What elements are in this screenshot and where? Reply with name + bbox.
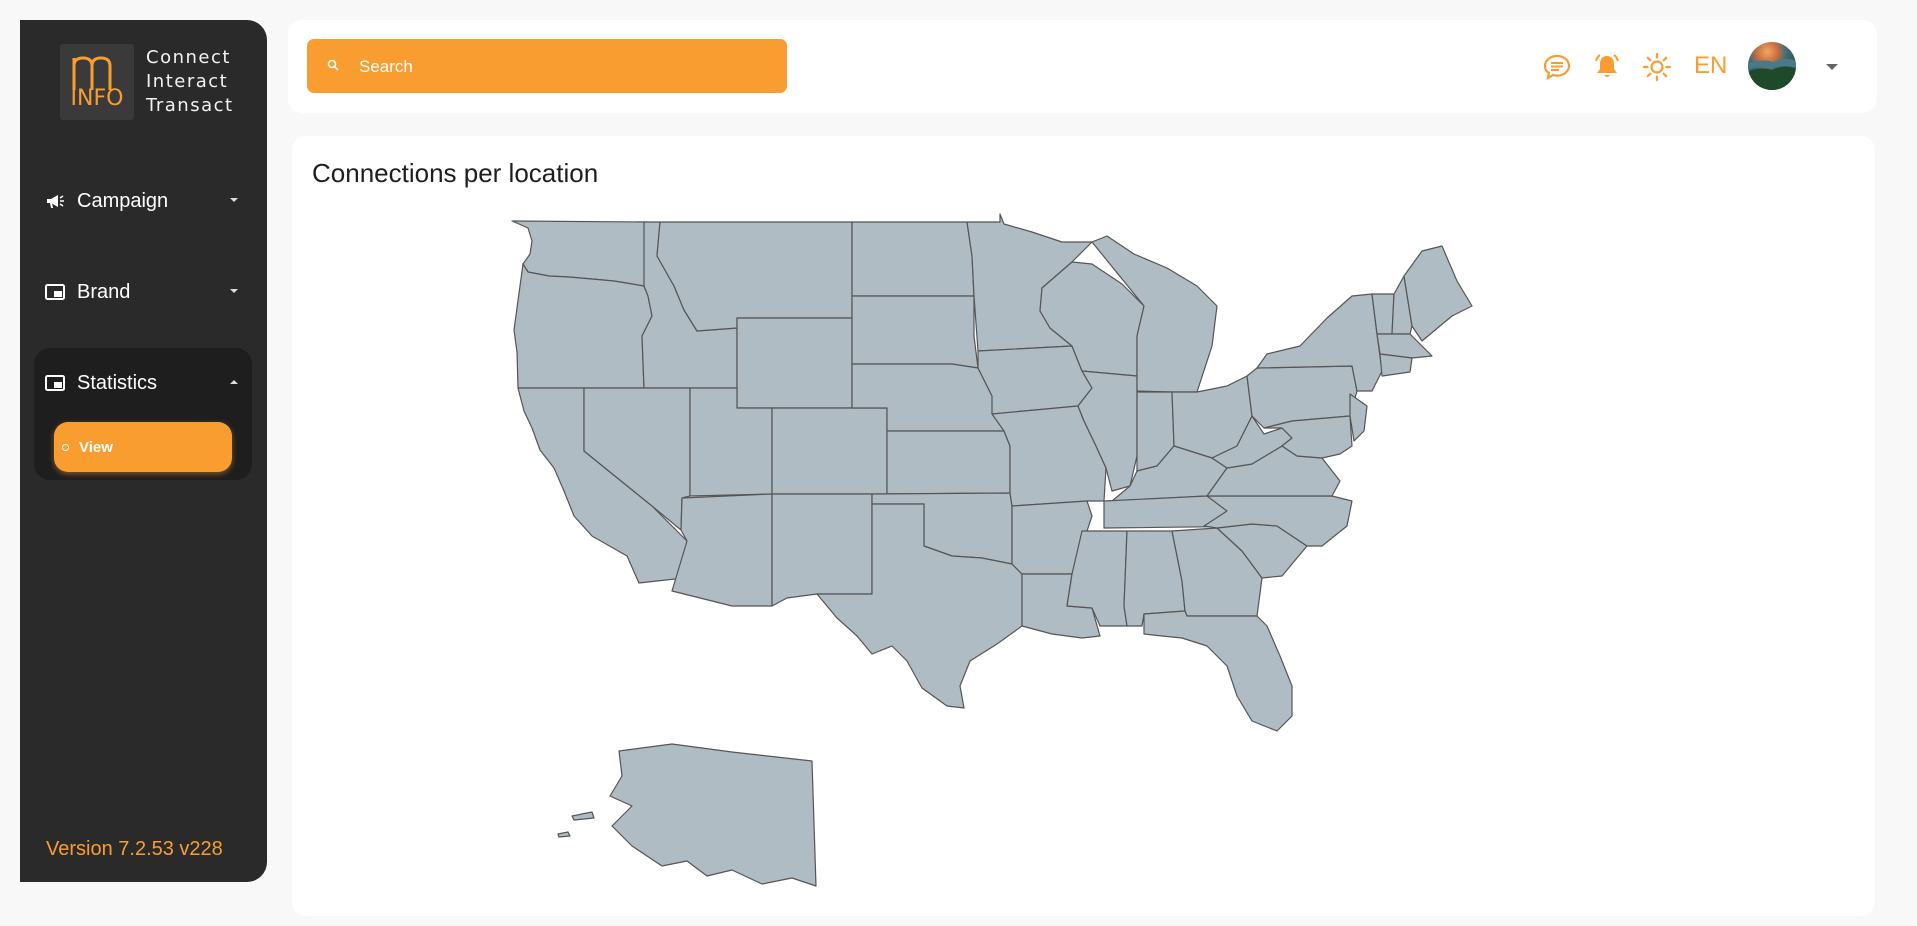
sidebar-item-label: Brand [77, 280, 131, 303]
chevron-down-icon [230, 198, 238, 202]
alaska-island [571, 811, 595, 821]
chevron-down-icon [230, 289, 238, 293]
language-selector[interactable]: EN [1694, 52, 1727, 80]
state-new-jersey [1349, 393, 1368, 442]
chevron-up-icon [230, 380, 238, 384]
sidebar-item-campaign[interactable]: Campaign [20, 178, 267, 224]
alaska-island [557, 831, 571, 838]
chat-icon[interactable] [1542, 52, 1572, 82]
state-new-mexico [771, 493, 873, 607]
logo-mark: INFO [60, 44, 134, 120]
sidebar-item-label: Statistics [77, 371, 158, 394]
sidebar-item-statistics[interactable]: Statistics [20, 360, 267, 406]
connections-card: Connections per location [292, 136, 1875, 916]
top-header: EN [288, 20, 1877, 113]
state-montana [656, 221, 853, 332]
state-florida [1143, 610, 1293, 732]
sun-icon[interactable] [1642, 52, 1672, 82]
bullet-icon [62, 443, 69, 451]
bell-icon[interactable] [1592, 52, 1622, 82]
user-avatar[interactable] [1748, 42, 1796, 90]
search-input[interactable] [357, 39, 771, 95]
state-north-dakota [851, 221, 975, 297]
version-label: Version 7.2.53 v228 [46, 838, 223, 860]
picture-in-picture-icon [45, 284, 65, 300]
state-arizona [671, 493, 773, 607]
sidebar: INFO Connect Interact Transact Campaign … [20, 20, 267, 882]
tagline-line: Connect [146, 47, 231, 68]
brand-tagline: Connect Interact Transact [146, 46, 234, 118]
search-bar[interactable] [307, 39, 787, 95]
logo-m-glyph [72, 55, 112, 90]
tagline-line: Interact [146, 71, 229, 92]
sidebar-item-brand[interactable]: Brand [20, 269, 267, 315]
us-states-map [511, 213, 1473, 887]
state-south-dakota [851, 295, 979, 369]
state-wyoming [736, 317, 853, 409]
sidebar-item-label: Campaign [77, 189, 169, 212]
logo-info-text: INFO [70, 85, 124, 111]
megaphone-icon [47, 195, 64, 208]
sidebar-subitem-label: View [79, 438, 113, 456]
sidebar-subitem-view[interactable]: View [54, 422, 232, 472]
avatar-image [1748, 58, 1796, 90]
state-colorado [771, 407, 888, 495]
state-connecticut [1379, 353, 1413, 377]
state-maine [1403, 245, 1473, 342]
state-kansas [886, 430, 1011, 495]
chevron-down-icon[interactable] [1826, 64, 1838, 70]
search-icon [327, 59, 339, 71]
state-alaska [609, 743, 817, 887]
brand-logo[interactable]: INFO Connect Interact Transact [60, 44, 234, 120]
state-iowa [977, 345, 1093, 415]
card-title: Connections per location [312, 158, 599, 188]
tagline-line: Transact [146, 95, 234, 116]
picture-in-picture-icon [45, 375, 65, 391]
